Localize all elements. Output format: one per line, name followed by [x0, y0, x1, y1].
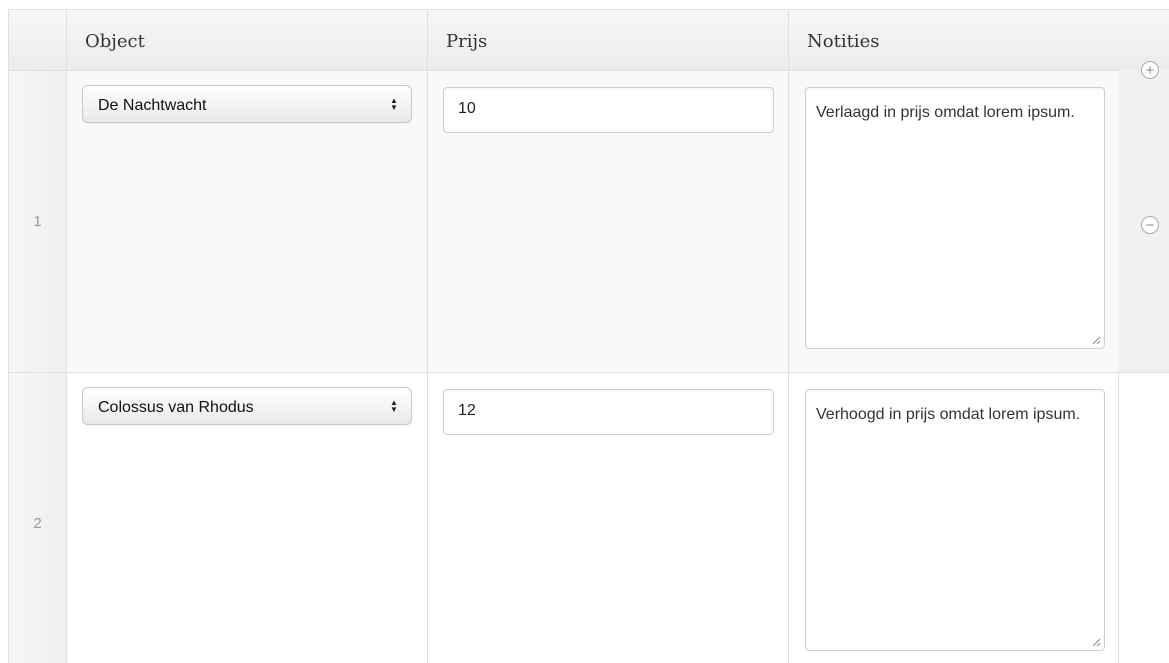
notes-cell: Verhoogd in prijs omdat lorem ipsum.	[789, 373, 1119, 663]
header-object: Object	[67, 10, 428, 70]
header-price: Prijs	[428, 10, 789, 70]
header-number	[9, 10, 67, 70]
resize-grip-icon[interactable]	[1091, 637, 1101, 647]
repeater-table-page: Object Prijs Notities 1 De Nachtwacht ▲ ▼…	[0, 0, 1169, 663]
remove-row-button[interactable]: −	[1141, 216, 1159, 234]
price-cell: 10	[428, 71, 789, 372]
row-number: 2	[9, 373, 67, 663]
row-number: 1	[9, 71, 67, 372]
object-cell: De Nachtwacht ▲ ▼	[67, 71, 428, 372]
resize-grip-icon[interactable]	[1091, 335, 1101, 345]
price-input[interactable]: 10	[443, 87, 774, 133]
table-row: 1 De Nachtwacht ▲ ▼ 10 Verlaagd in prijs …	[9, 71, 1119, 373]
object-select-value: De Nachtwacht	[98, 97, 207, 114]
object-select[interactable]: Colossus van Rhodus ▲ ▼	[82, 387, 412, 425]
price-input[interactable]: 12	[443, 389, 774, 435]
price-cell: 12	[428, 373, 789, 663]
notes-textarea[interactable]: Verlaagd in prijs omdat lorem ipsum.	[805, 87, 1105, 349]
row-actions-header	[1118, 9, 1169, 71]
object-select-value: Colossus van Rhodus	[98, 399, 254, 416]
select-arrows-icon: ▲ ▼	[390, 96, 398, 112]
object-select[interactable]: De Nachtwacht ▲ ▼	[82, 85, 412, 123]
select-arrows-icon: ▲ ▼	[390, 398, 398, 414]
notes-textarea[interactable]: Verhoogd in prijs omdat lorem ipsum.	[805, 389, 1105, 651]
object-cell: Colossus van Rhodus ▲ ▼	[67, 373, 428, 663]
minus-circle-icon: −	[1145, 216, 1155, 234]
plus-circle-icon: +	[1145, 61, 1155, 79]
repeater-table: Object Prijs Notities 1 De Nachtwacht ▲ ▼…	[8, 9, 1119, 663]
add-row-button[interactable]: +	[1141, 61, 1159, 79]
header-notes: Notities	[789, 10, 1119, 70]
notes-text: Verlaagd in prijs omdat lorem ipsum.	[816, 104, 1075, 121]
notes-text: Verhoogd in prijs omdat lorem ipsum.	[816, 406, 1081, 423]
notes-cell: Verlaagd in prijs omdat lorem ipsum.	[789, 71, 1119, 372]
table-header-row: Object Prijs Notities	[9, 10, 1119, 71]
table-row: 2 Colossus van Rhodus ▲ ▼ 12 Verhoogd in …	[9, 373, 1119, 663]
